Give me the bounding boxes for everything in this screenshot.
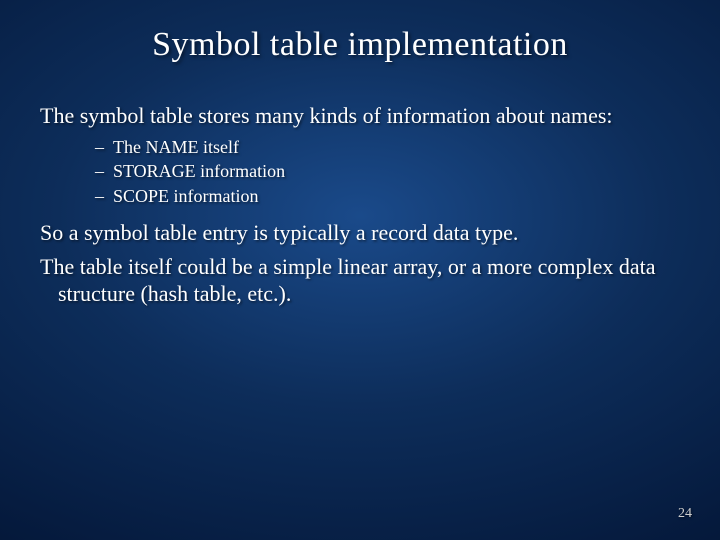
slide-title: Symbol table implementation	[0, 0, 720, 64]
slide-body: The symbol table stores many kinds of in…	[0, 64, 720, 308]
dash-icon: –	[95, 136, 113, 159]
list-item: –STORAGE information	[95, 160, 680, 183]
dash-icon: –	[95, 185, 113, 208]
closing-paragraph-2: The table itself could be a simple linea…	[40, 253, 680, 308]
list-item: –SCOPE information	[95, 185, 680, 208]
slide: Symbol table implementation The symbol t…	[0, 0, 720, 540]
list-item-label: SCOPE information	[113, 186, 259, 206]
bullet-list: –The NAME itself –STORAGE information –S…	[40, 136, 680, 208]
page-number: 24	[678, 506, 692, 522]
intro-paragraph: The symbol table stores many kinds of in…	[40, 102, 680, 130]
closing-paragraph-1: So a symbol table entry is typically a r…	[40, 219, 680, 247]
list-item: –The NAME itself	[95, 136, 680, 159]
list-item-label: The NAME itself	[113, 137, 239, 157]
dash-icon: –	[95, 160, 113, 183]
list-item-label: STORAGE information	[113, 161, 285, 181]
